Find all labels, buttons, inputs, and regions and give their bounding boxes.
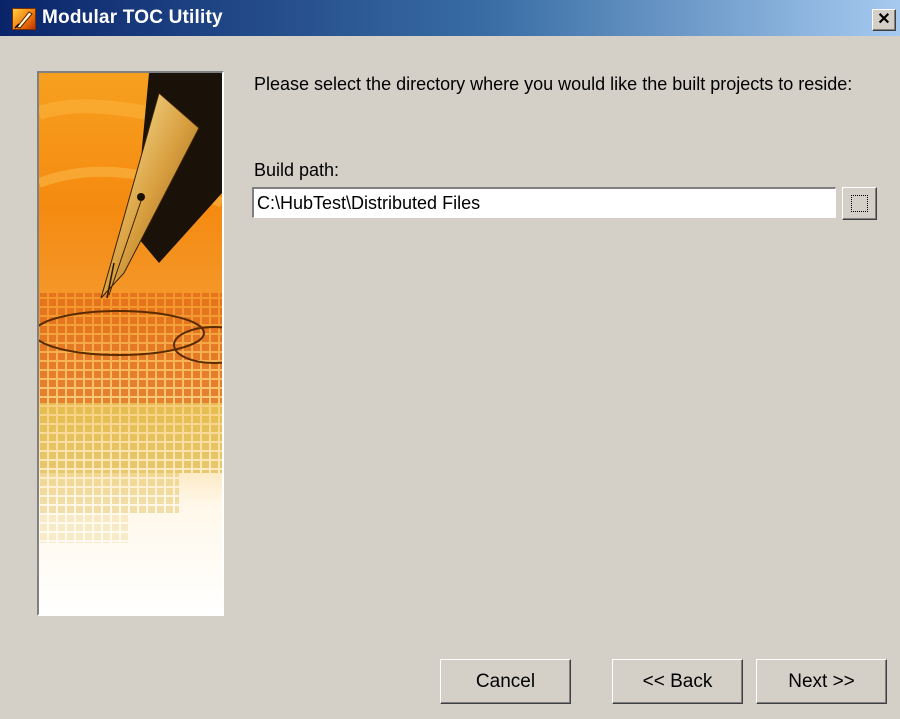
browse-button[interactable] [842,187,877,220]
browse-folder-icon [851,195,868,212]
close-button[interactable]: ✕ [872,9,896,31]
build-path-input[interactable] [252,187,836,218]
back-button[interactable]: << Back [612,659,743,704]
app-quill-icon [12,8,36,30]
wizard-banner-image [37,71,224,616]
cancel-button[interactable]: Cancel [440,659,571,704]
next-button[interactable]: Next >> [756,659,887,704]
window-title: Modular TOC Utility [42,7,223,28]
close-icon: ✕ [877,11,891,28]
build-path-label: Build path: [254,160,340,180]
title-bar[interactable]: Modular TOC Utility ✕ [0,0,900,36]
instruction-text: Please select the directory where you wo… [254,74,853,94]
